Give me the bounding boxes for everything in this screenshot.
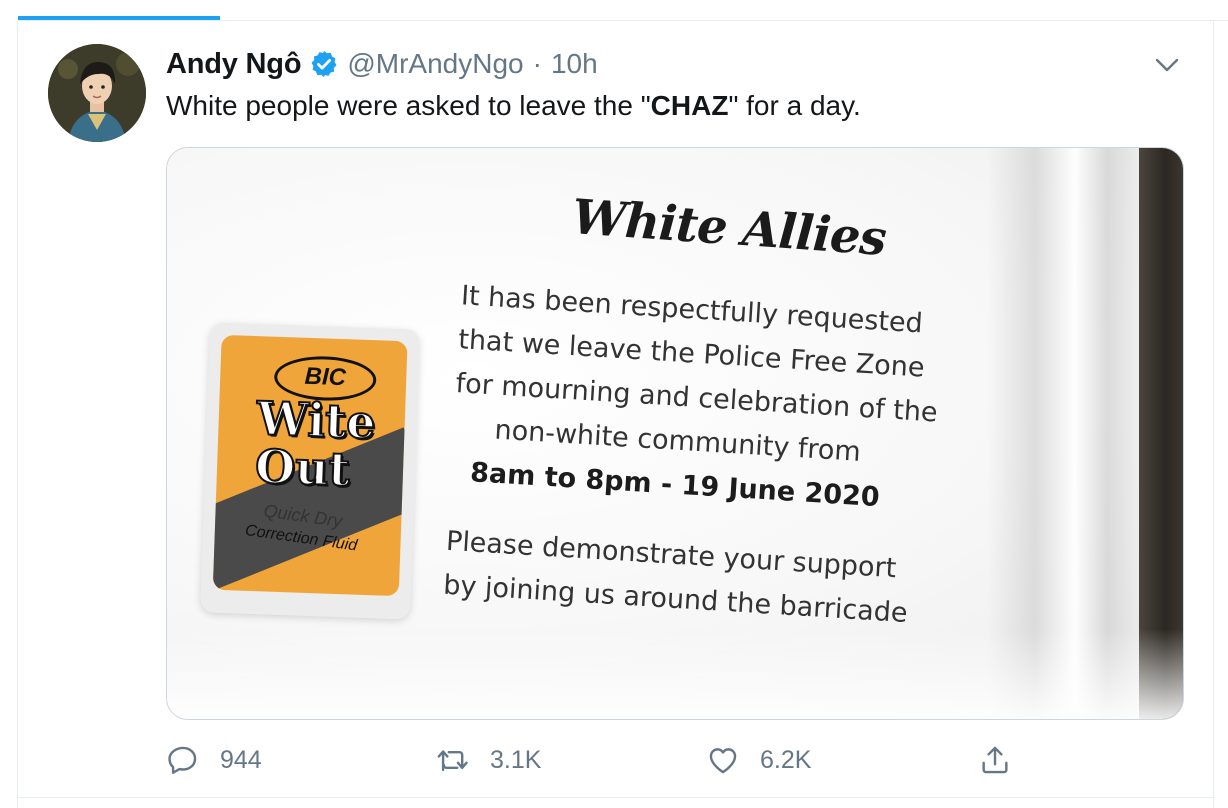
chevron-down-icon[interactable] [1152,52,1182,78]
like-count: 6.2K [760,745,812,774]
reply-button[interactable]: 944 [166,740,262,780]
share-button[interactable] [978,740,1012,780]
tweet-header: Andy Ngô @MrAndyNgo · 10h [166,46,598,82]
bottom-divider [18,797,1214,798]
like-button[interactable]: 6.2K [706,740,811,780]
timestamp[interactable]: 10h [551,48,598,80]
verified-badge-icon [309,49,339,79]
image-fade [167,629,1183,719]
tweet-text: White people were asked to leave the "CH… [166,90,861,122]
poster-body: It has been respectfully requested that … [442,274,938,635]
share-icon [982,746,1008,774]
avatar[interactable] [48,44,146,142]
bottle-label: BIC Wite Out Quick Dry Correction Fluid [212,334,408,597]
user-handle[interactable]: @MrAndyNgo [347,48,523,80]
top-divider [18,20,1228,21]
bottle-name: Wite Out [253,390,378,497]
right-border [1213,20,1214,808]
tweet-media-image[interactable]: BIC Wite Out Quick Dry Correction Fluid … [166,147,1184,720]
bottle-name-line-1: Wite [255,390,378,450]
retweet-icon [437,750,468,772]
tweet-view: Andy Ngô @MrAndyNgo · 10h White people w… [0,0,1228,808]
correction-fluid-bottle: BIC Wite Out Quick Dry Correction Fluid [200,322,420,620]
header-separator: · [532,48,542,79]
heart-icon [709,748,737,774]
bottle-name-line-2: Out [253,438,352,497]
left-border [17,20,18,808]
tweet-text-after: " for a day. [728,90,861,121]
retweet-button[interactable]: 3.1K [436,740,541,780]
tweet-text-before: White people were asked to leave the " [166,90,651,121]
tweet-actions: 944 3.1K 6.2K [166,740,1016,780]
tweet-text-bold: CHAZ [650,90,729,121]
avatar-illustration [48,44,146,142]
reply-count: 944 [220,745,262,774]
retweet-count: 3.1K [490,745,542,774]
reply-icon [168,746,197,774]
display-name[interactable]: Andy Ngô [166,48,302,81]
